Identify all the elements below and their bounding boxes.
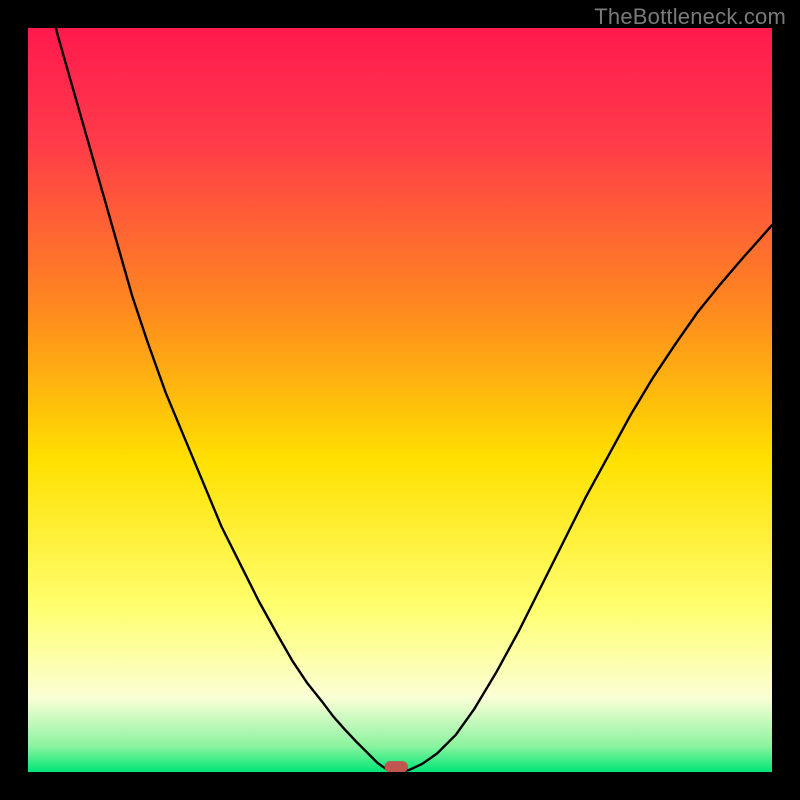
- chart-frame: TheBottleneck.com: [0, 0, 800, 800]
- bottleneck-chart: [28, 28, 772, 772]
- plot-background: [28, 28, 772, 772]
- watermark-text: TheBottleneck.com: [594, 4, 786, 30]
- optimum-marker: [385, 762, 407, 772]
